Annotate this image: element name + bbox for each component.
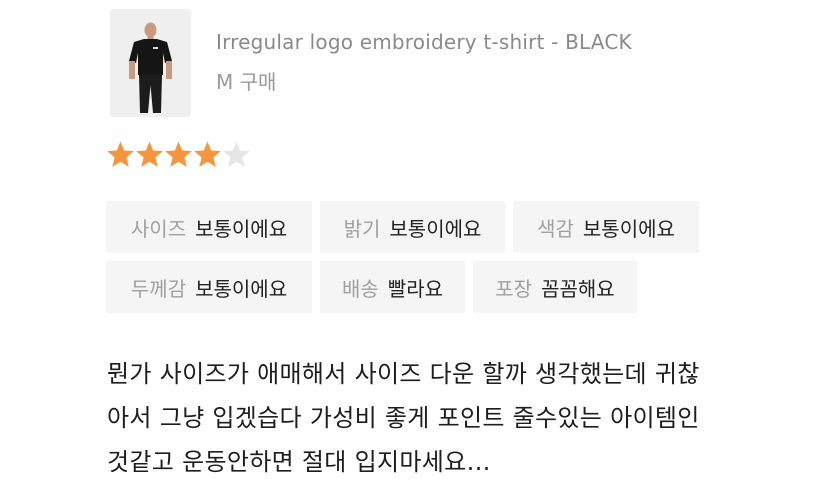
tag-key: 두께감 <box>130 276 187 301</box>
tag-thickness: 두께감 보통이에요 <box>106 261 312 313</box>
tag-key: 밝기 <box>343 216 381 241</box>
tag-packaging: 포장 꼼꼼해요 <box>473 261 637 313</box>
star-filled-icon <box>194 141 221 167</box>
tag-brightness: 밝기 보통이에요 <box>320 201 505 253</box>
tag-key: 색감 <box>537 216 574 241</box>
model-photo-icon <box>110 9 191 117</box>
star-filled-icon <box>136 141 163 167</box>
tag-color: 색감 보통이에요 <box>513 201 699 253</box>
review-line: 것같고 운동안하면 절대 입지마세요… <box>107 448 491 476</box>
review-text: 뭔가 사이즈가 애매해서 사이즈 다운 할까 생각했는데 귀찮 아서 그냥 입겠… <box>107 352 807 484</box>
review-line: 뭔가 사이즈가 애매해서 사이즈 다운 할까 생각했는데 귀찮 <box>107 360 700 388</box>
tag-value: 빨라요 <box>387 276 443 301</box>
tag-value: 보통이에요 <box>195 276 288 301</box>
product-name[interactable]: Irregular logo embroidery t-shirt - BLAC… <box>216 30 632 54</box>
review-line: 아서 그냥 입겠습다 가성비 좋게 포인트 줄수있는 아이템인 <box>107 404 700 432</box>
tag-value: 보통이에요 <box>582 216 675 241</box>
star-filled-icon <box>107 141 134 167</box>
purchase-option: M 구매 <box>216 70 277 94</box>
product-thumbnail[interactable] <box>110 9 191 117</box>
star-filled-icon <box>165 141 192 167</box>
tag-value: 꼼꼼해요 <box>541 276 615 301</box>
tag-delivery: 배송 빨라요 <box>320 261 465 313</box>
tag-value: 보통이에요 <box>195 216 288 241</box>
star-empty-icon <box>223 141 250 167</box>
tag-value: 보통이에요 <box>389 216 482 241</box>
tag-key: 배송 <box>341 276 379 301</box>
tag-key: 포장 <box>495 276 533 301</box>
tag-key: 사이즈 <box>130 216 187 241</box>
tag-size: 사이즈 보통이에요 <box>106 201 312 253</box>
star-rating <box>106 140 251 172</box>
